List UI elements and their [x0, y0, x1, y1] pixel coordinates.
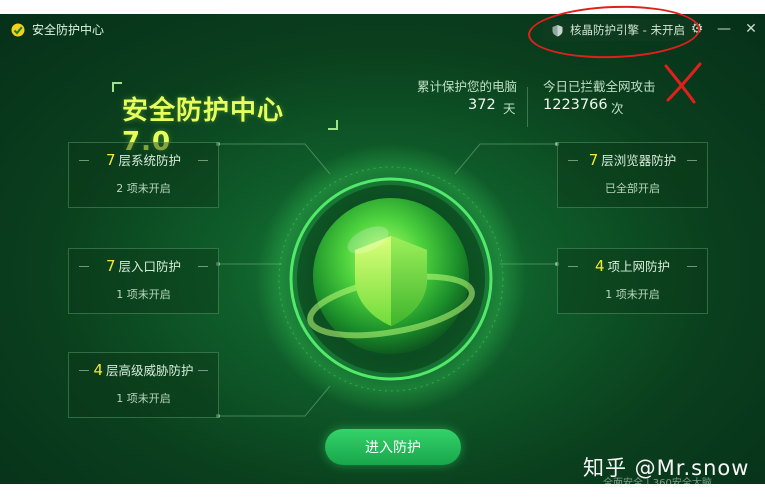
shield-icon	[355, 236, 427, 326]
card-system-protection[interactable]: 7 层系统防护 2 项未开启	[68, 142, 219, 208]
card-title-text: 层浏览器防护	[601, 153, 677, 168]
card-browser-protection[interactable]: 7 层浏览器防护 已全部开启	[557, 142, 708, 208]
brand-block: 安全防护中心 7.0	[112, 82, 338, 157]
app-window: 安全防护中心 核晶防护引擎 - 未开启 ⚙ — ✕ 安全防护中心 7.0 累计保…	[0, 14, 765, 484]
enter-protection-button[interactable]: 进入防护	[325, 429, 461, 465]
card-title: 7 层浏览器防护	[558, 150, 707, 169]
minimize-icon[interactable]: —	[716, 21, 732, 37]
card-title-text: 层入口防护	[118, 259, 182, 274]
card-count: 7	[105, 151, 116, 169]
card-status: 1 项未开启	[605, 288, 660, 301]
app-logo-icon	[11, 23, 25, 37]
close-icon[interactable]: ✕	[743, 21, 759, 37]
protected-days-label: 累计保护您的电脑	[417, 79, 518, 94]
blocked-attacks-value: 1223766	[543, 97, 608, 113]
card-count: 7	[588, 151, 599, 169]
watermark-subtext: 全面安全 | 360安全大脑	[603, 478, 712, 489]
blocked-attacks-label: 今日已拦截全网攻击	[543, 79, 656, 94]
stats-divider	[527, 87, 528, 127]
card-entry-protection[interactable]: 7 层入口防护 1 项未开启	[68, 248, 219, 314]
card-title: 4 层高级威胁防护	[69, 360, 218, 379]
card-status: 1 项未开启	[116, 392, 171, 405]
card-title-text: 项上网防护	[607, 259, 671, 274]
card-advanced-threat-protection[interactable]: 4 层高级威胁防护 1 项未开启	[68, 352, 219, 418]
card-web-protection[interactable]: 4 项上网防护 1 项未开启	[557, 248, 708, 314]
enter-protection-label: 进入防护	[365, 440, 421, 456]
brand-bracket-top-left	[112, 82, 122, 92]
window-title: 安全防护中心	[32, 23, 105, 37]
red-annotation-cross	[664, 62, 702, 104]
card-title: 7 层入口防护	[69, 256, 218, 275]
card-status: 2 项未开启	[116, 182, 171, 195]
card-title-text: 层高级威胁防护	[106, 363, 194, 378]
protected-days-unit: 天	[503, 101, 516, 116]
card-title: 4 项上网防护	[558, 256, 707, 275]
card-status: 已全部开启	[605, 182, 660, 195]
blocked-attacks-unit: 次	[611, 101, 624, 116]
card-status: 1 项未开启	[116, 288, 171, 301]
card-title-text: 层系统防护	[118, 153, 182, 168]
card-count: 7	[105, 257, 116, 275]
card-count: 4	[93, 361, 104, 379]
card-count: 4	[594, 257, 605, 275]
protected-days-value: 372	[468, 97, 496, 113]
card-title: 7 层系统防护	[69, 150, 218, 169]
